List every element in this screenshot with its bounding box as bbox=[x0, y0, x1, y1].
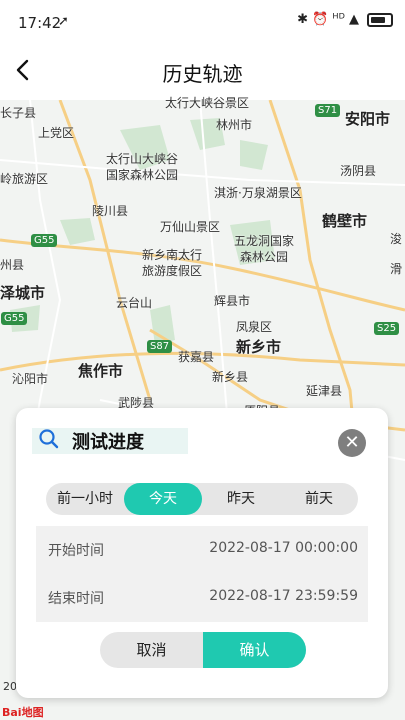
place-label: 新乡县 bbox=[212, 370, 249, 384]
tab-today[interactable]: 今天 bbox=[124, 483, 202, 515]
status-bar: 17:42 ➚ ✱ ⏰ ᴴᴰ ▲ bbox=[0, 0, 405, 46]
place-label: 陵川县 bbox=[92, 204, 129, 218]
place-label: 泽城市 bbox=[0, 284, 46, 302]
start-time-value[interactable]: 2022-08-17 00:00:00 bbox=[209, 540, 358, 556]
place-label: 云台山 bbox=[116, 296, 153, 310]
road-badge: S25 bbox=[374, 322, 400, 335]
place-label: 凤泉区 bbox=[236, 320, 273, 334]
tab-day-before-yesterday[interactable]: 前天 bbox=[280, 483, 358, 515]
place-label: 滑 bbox=[390, 262, 403, 276]
place-label: 辉县市 bbox=[214, 294, 251, 308]
place-label: 延津县 bbox=[306, 384, 343, 398]
road-badge: G55 bbox=[1, 312, 28, 325]
status-icons-glyphs: ✱ ⏰ ᴴᴰ ▲ bbox=[297, 12, 359, 27]
baidu-map-logo: Bai地图 bbox=[2, 706, 44, 719]
place-label: 获嘉县 bbox=[178, 350, 215, 364]
place-label: 鹤壁市 bbox=[322, 212, 368, 230]
place-label: 安阳市 bbox=[345, 110, 391, 128]
place-label: 岭旅游区 bbox=[0, 172, 49, 186]
navigation-arrow-icon: ➚ bbox=[58, 14, 69, 29]
place-label: 上党区 bbox=[38, 126, 75, 140]
map-scale-text: 20 bbox=[3, 680, 17, 693]
search-icon bbox=[39, 429, 59, 449]
status-time: 17:42 bbox=[18, 14, 62, 32]
place-label: 森林公园 bbox=[240, 250, 289, 264]
place-label: 长子县 bbox=[0, 106, 37, 120]
confirm-button[interactable]: 确认 bbox=[203, 632, 306, 668]
place-label: 太行大峡谷景区 bbox=[165, 96, 250, 110]
battery-icon bbox=[367, 12, 393, 27]
cancel-button[interactable]: 取消 bbox=[100, 632, 203, 668]
place-label: 焦作市 bbox=[78, 362, 124, 380]
status-icons: ✱ ⏰ ᴴᴰ ▲ bbox=[297, 12, 393, 27]
app-header: 历史轨迹 bbox=[0, 46, 405, 100]
tab-previous-hour[interactable]: 前一小时 bbox=[46, 483, 124, 515]
start-time-row[interactable]: 开始时间 2022-08-17 00:00:00 bbox=[36, 526, 368, 574]
place-label: 汤阴县 bbox=[340, 164, 377, 178]
action-buttons: 取消 确认 bbox=[100, 632, 306, 668]
place-label: 沁阳市 bbox=[12, 372, 49, 386]
place-label: 浚 bbox=[390, 232, 403, 246]
end-time-label: 结束时间 bbox=[48, 591, 104, 607]
place-label: 旅游度假区 bbox=[142, 264, 203, 278]
road-badge: G55 bbox=[31, 234, 58, 247]
page-title: 历史轨迹 bbox=[162, 62, 243, 86]
place-label: 五龙洞国家 bbox=[234, 234, 295, 248]
close-button[interactable]: ✕ bbox=[338, 429, 366, 457]
time-range-tabs: 前一小时 今天 昨天 前天 bbox=[46, 483, 358, 515]
tab-yesterday[interactable]: 昨天 bbox=[202, 483, 280, 515]
place-label: 州县 bbox=[0, 258, 25, 272]
filter-panel: 测试进度 ✕ 前一小时 今天 昨天 前天 开始时间 2022-08-17 00:… bbox=[16, 408, 388, 698]
search-input[interactable]: 测试进度 bbox=[72, 428, 144, 454]
place-label: 太行山大峡谷 bbox=[106, 152, 179, 166]
end-time-row[interactable]: 结束时间 2022-08-17 23:59:59 bbox=[36, 574, 368, 622]
place-label: 新乡市 bbox=[236, 338, 282, 356]
road-badge: S87 bbox=[147, 340, 173, 353]
road-badge: S71 bbox=[315, 104, 341, 117]
place-label: 淇浙·万泉湖景区 bbox=[214, 186, 302, 200]
place-label: 国家森林公园 bbox=[106, 168, 179, 182]
place-label: 新乡南太行 bbox=[142, 248, 203, 262]
end-time-value[interactable]: 2022-08-17 23:59:59 bbox=[209, 588, 358, 604]
place-label: 万仙山景区 bbox=[160, 220, 221, 234]
start-time-label: 开始时间 bbox=[48, 543, 104, 559]
place-label: 林州市 bbox=[216, 118, 253, 132]
